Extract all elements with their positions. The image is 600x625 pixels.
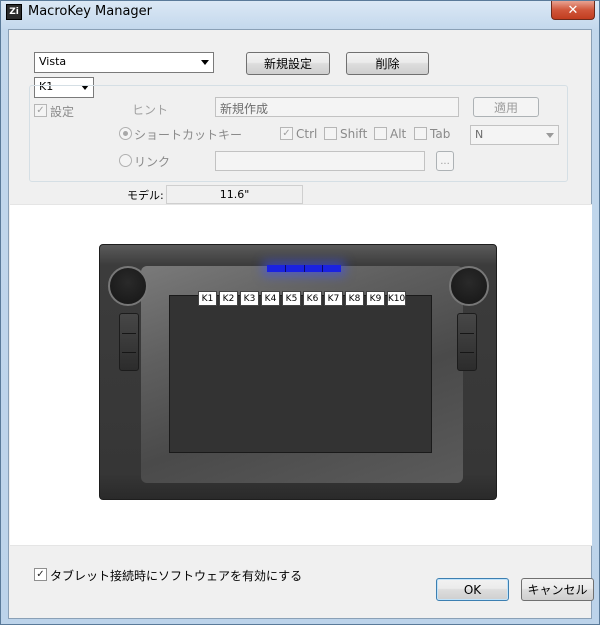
ctrl-checkbox[interactable]: ✓ [280, 127, 293, 140]
link-radio[interactable] [119, 154, 132, 167]
macro-key[interactable]: K5 [282, 291, 301, 306]
shortcut-label: ショートカットキー [134, 128, 243, 142]
macro-key[interactable]: K6 [303, 291, 322, 306]
tablet-active-area [169, 295, 432, 453]
tablet-preview: K1 K2 K3 K4 K5 K6 K7 K8 K9 K10 [10, 204, 592, 546]
key-value-select[interactable]: N [470, 125, 559, 145]
tab-checkbox[interactable] [414, 127, 427, 140]
new-macro-button[interactable]: 新規設定 [246, 52, 330, 75]
shift-checkbox[interactable] [324, 127, 337, 140]
ctrl-label: Ctrl [296, 127, 318, 141]
cancel-button[interactable]: キャンセル [521, 578, 594, 601]
link-label: リンク [134, 155, 171, 169]
express-keys-left [119, 313, 139, 371]
macro-key[interactable]: K3 [240, 291, 259, 306]
express-keys-right [457, 313, 477, 371]
alt-checkbox[interactable] [374, 127, 387, 140]
key-value: N [475, 128, 484, 141]
hint-input[interactable]: 新規作成 [215, 97, 459, 117]
hint-input-value: 新規作成 [220, 102, 269, 116]
browse-button[interactable]: ... [436, 151, 454, 171]
status-led [267, 265, 341, 272]
dialog-client-area: Vista 新規設定 削除 K1 ✓ 設定 ヒント 新規作成 適用 ショートカッ… [8, 29, 594, 619]
macro-key[interactable]: K10 [387, 291, 406, 306]
app-icon: Zi [6, 4, 22, 20]
macro-key[interactable]: K7 [324, 291, 343, 306]
ok-button[interactable]: OK [436, 578, 509, 601]
macro-key[interactable]: K4 [261, 291, 280, 306]
apply-button[interactable]: 適用 [473, 97, 539, 117]
chevron-down-icon [546, 133, 554, 138]
macro-key[interactable]: K1 [198, 291, 217, 306]
shortcut-radio[interactable] [119, 127, 132, 140]
macro-keys: K1 K2 K3 K4 K5 K6 K7 K8 K9 K10 [198, 291, 406, 306]
alt-label: Alt [390, 127, 407, 141]
enable-label: 設定 [50, 105, 75, 119]
touch-ring-right-icon [449, 266, 489, 306]
hint-label: ヒント [132, 103, 169, 117]
touch-ring-left-icon [108, 266, 148, 306]
tablet-image: K1 K2 K3 K4 K5 K6 K7 K8 K9 K10 [99, 244, 497, 500]
app-window: Zi MacroKey Manager ✕ Vista 新規設定 削除 K1 ✓… [0, 0, 600, 625]
macro-key[interactable]: K8 [345, 291, 364, 306]
close-button[interactable]: ✕ [551, 1, 595, 20]
window-title: MacroKey Manager [28, 4, 153, 19]
model-label: モデル: [127, 189, 164, 202]
link-input[interactable] [215, 151, 425, 171]
os-select-value: Vista [39, 55, 67, 68]
tab-label: Tab [430, 127, 451, 141]
startup-checkbox[interactable]: ✓ [34, 568, 47, 581]
os-select[interactable]: Vista [34, 52, 214, 73]
delete-button[interactable]: 削除 [346, 52, 429, 75]
shift-label: Shift [340, 127, 368, 141]
startup-label: タブレット接続時にソフトウェアを有効にする [50, 569, 303, 583]
enable-checkbox[interactable]: ✓ [34, 104, 47, 117]
title-bar[interactable]: Zi MacroKey Manager ✕ [1, 1, 599, 23]
model-value: 11.6" [166, 185, 303, 204]
macro-key[interactable]: K2 [219, 291, 238, 306]
chevron-down-icon [201, 60, 209, 65]
macro-key[interactable]: K9 [366, 291, 385, 306]
